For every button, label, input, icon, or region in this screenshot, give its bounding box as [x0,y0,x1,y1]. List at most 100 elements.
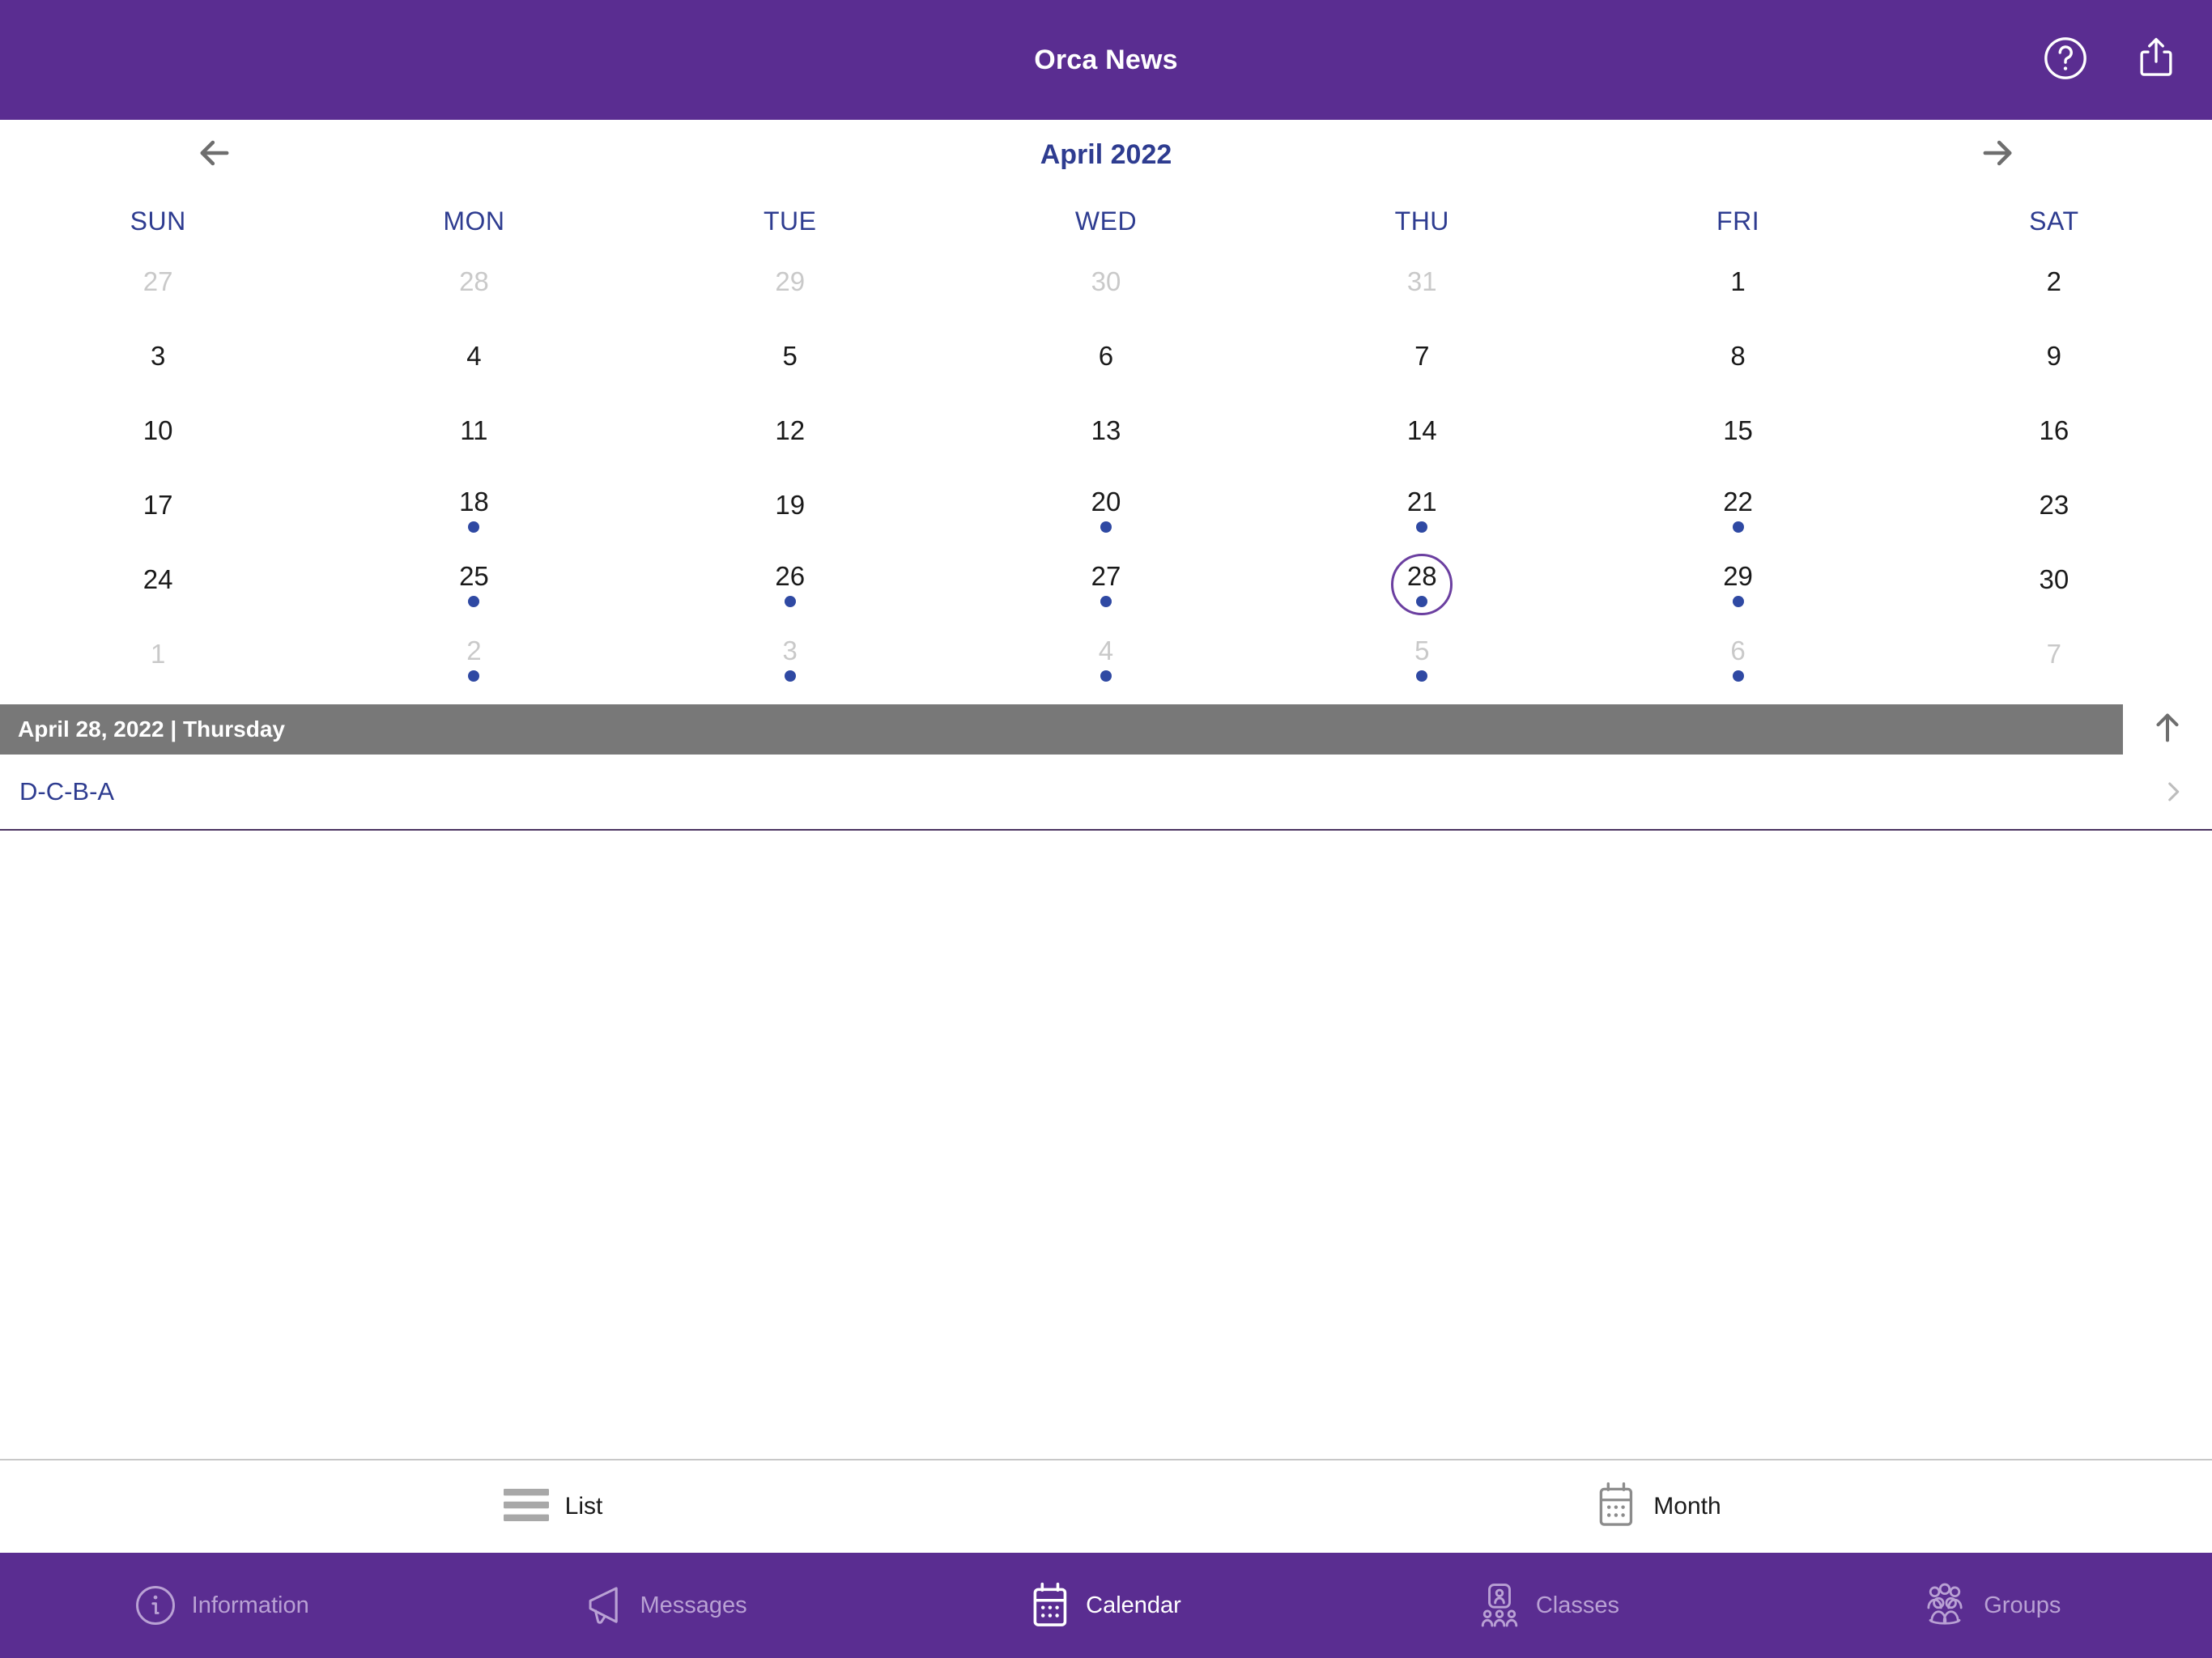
calendar-day-cell[interactable]: 6 [948,327,1264,402]
calendar-day-inner: 28 [443,259,504,321]
calendar-day-cell[interactable]: 28 [316,253,632,327]
calendar-day-number: 2 [2046,266,2062,296]
calendar-icon [1031,1582,1071,1629]
calendar-day-cell[interactable]: 12 [632,402,948,476]
calendar-day-number: 15 [1723,414,1753,445]
event-title: D-C-B-A [19,777,115,806]
calendar-day-event-dot [1732,521,1744,533]
tab-calendar[interactable]: Calendar [885,1553,1327,1658]
tab-classes[interactable]: Classes [1327,1553,1769,1658]
collapse-calendar-button[interactable] [2123,704,2212,755]
calendar-day-inner: 2 [2023,259,2085,321]
calendar-day-inner: 16 [2023,408,2085,470]
calendar-day-cell[interactable]: 3 [0,327,316,402]
calendar-day-inner: 6 [1708,628,1769,690]
calendar-day-cell[interactable]: 7 [1896,625,2212,699]
calendar-day-inner: 29 [759,259,821,321]
calendar-day-cell[interactable]: 27 [0,253,316,327]
calendar-day-cell[interactable]: 11 [316,402,632,476]
calendar-day-cell[interactable]: 5 [1264,625,1580,699]
list-icon [503,1487,549,1527]
calendar-day-cell[interactable]: 1 [0,625,316,699]
calendar-day-cell[interactable]: 4 [948,625,1264,699]
calendar-day-inner: 10 [127,408,189,470]
calendar-day-cell[interactable]: 4 [316,327,632,402]
calendar-day-inner: 5 [759,334,821,395]
calendar-day-inner: 19 [759,483,821,544]
calendar-day-cell[interactable]: 9 [1896,327,2212,402]
calendar-day-cell[interactable]: 28 [1264,551,1580,625]
calendar-day-number: 29 [1723,560,1753,591]
calendar-day-inner: 21 [1391,479,1453,541]
calendar-day-cell[interactable]: 27 [948,551,1264,625]
calendar-day-cell[interactable]: 10 [0,402,316,476]
calendar-day-number: 6 [1098,340,1114,371]
calendar-day-inner: 1 [127,631,189,693]
calendar-day-cell[interactable]: 23 [1896,476,2212,551]
calendar-day-cell[interactable]: 29 [1580,551,1895,625]
weekday-wed: WED [1074,206,1138,236]
view-switch-month[interactable]: Month [1106,1460,2212,1553]
question-circle-icon [2042,35,2089,86]
calendar-day-cell[interactable]: 8 [1580,327,1895,402]
calendar-day-inner: 1 [1708,259,1769,321]
calendar-day-number: 13 [1091,414,1121,445]
calendar-day-cell[interactable]: 13 [948,402,1264,476]
calendar-day-inner: 5 [1391,628,1453,690]
calendar-day-event-dot [784,670,796,682]
calendar-day-cell[interactable]: 14 [1264,402,1580,476]
calendar-day-number: 21 [1406,486,1437,517]
calendar-day-inner: 15 [1708,408,1769,470]
calendar-day-cell[interactable]: 21 [1264,476,1580,551]
tab-messages[interactable]: Messages [442,1553,884,1658]
calendar-day-number: 3 [782,635,798,665]
calendar-day-cell[interactable]: 26 [632,551,948,625]
calendar-week-row: 17 18 19 20 21 22 23 [0,476,2212,551]
calendar-day-event-dot [1416,670,1428,682]
info-circle-icon [134,1584,177,1627]
chevron-right-icon [2157,776,2189,808]
calendar-day-cell[interactable]: 16 [1896,402,2212,476]
calendar-day-inner: 3 [759,628,821,690]
calendar-day-cell[interactable]: 25 [316,551,632,625]
calendar-day-cell[interactable]: 19 [632,476,948,551]
calendar-day-cell[interactable]: 18 [316,476,632,551]
event-row[interactable]: D-C-B-A [0,755,2212,831]
calendar-day-inner: 4 [443,334,504,395]
tab-groups[interactable]: Groups [1770,1553,2212,1658]
calendar-day-cell[interactable]: 31 [1264,253,1580,327]
calendar-day-cell[interactable]: 30 [948,253,1264,327]
tab-information[interactable]: Information [0,1553,442,1658]
calendar-day-cell[interactable]: 2 [1896,253,2212,327]
help-button[interactable] [2040,35,2091,85]
calendar-day-cell[interactable]: 15 [1580,402,1895,476]
calendar-day-cell[interactable]: 24 [0,551,316,625]
calendar-day-number: 4 [1098,635,1114,665]
calendar-day-cell[interactable]: 2 [316,625,632,699]
calendar-day-cell[interactable]: 22 [1580,476,1895,551]
calendar-day-number: 28 [459,266,489,296]
calendar-day-cell[interactable]: 7 [1264,327,1580,402]
share-button[interactable] [2131,35,2181,85]
calendar-day-number: 11 [460,414,488,445]
calendar-day-cell[interactable]: 29 [632,253,948,327]
calendar-day-inner: 17 [127,483,189,544]
calendar-day-cell[interactable]: 5 [632,327,948,402]
view-switch-list[interactable]: List [0,1460,1106,1553]
calendar-nav: April 2022 [0,120,2212,189]
tab-calendar-label: Calendar [1086,1592,1181,1618]
calendar-day-cell[interactable]: 17 [0,476,316,551]
calendar-day-cell[interactable]: 20 [948,476,1264,551]
calendar-day-cell[interactable]: 3 [632,625,948,699]
calendar-day-cell[interactable]: 6 [1580,625,1895,699]
calendar-day-inner: 24 [127,557,189,619]
calendar-grid: 27 28 29 30 31 1 2 3 4 5 6 7 8 9 10 11 12 13 14 15 16 17 18 19 2… [0,253,2212,699]
calendar-day-inner: 27 [1075,554,1137,615]
calendar-day-number: 1 [150,638,166,669]
header-actions [2040,35,2181,85]
selected-day-bar: April 28, 2022 | Thursday [0,704,2212,755]
calendar-day-cell[interactable]: 30 [1896,551,2212,625]
calendar-day-event-dot [1732,595,1744,607]
calendar-day-inner: 2 [443,628,504,690]
calendar-day-cell[interactable]: 1 [1580,253,1895,327]
